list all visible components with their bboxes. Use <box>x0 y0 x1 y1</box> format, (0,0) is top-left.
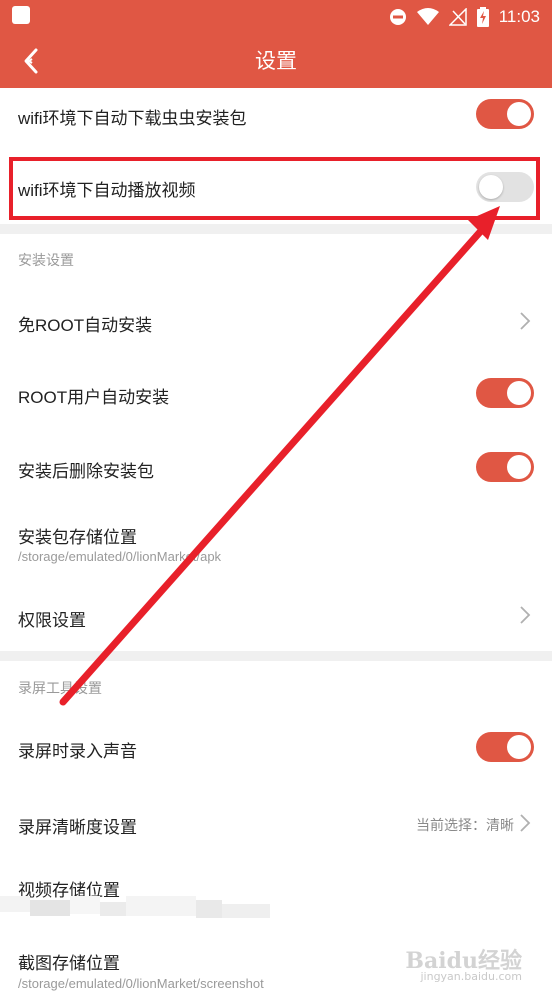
setting-label: 安装包存储位置 <box>18 528 137 547</box>
app-bar: 设置 <box>0 34 552 88</box>
chevron-right-icon <box>520 312 531 330</box>
storage-path: /storage/emulated/0/lionMarket/apk <box>18 549 222 564</box>
setting-label: 截图存储位置 <box>18 954 120 973</box>
wifi-icon <box>416 8 439 25</box>
setting-storage-location[interactable]: 安装包存储位置 /storage/emulated/0/lionMarket/a… <box>0 508 552 578</box>
setting-video-storage[interactable]: 视频存储位置 <box>0 862 552 932</box>
record-quality-value: 当前选择：清晰 <box>416 818 514 834</box>
toggle-knob <box>507 102 531 126</box>
section-divider <box>0 224 552 234</box>
no-signal-icon <box>448 8 467 26</box>
record-audio-toggle[interactable] <box>476 732 534 762</box>
setting-label: 安装后删除安装包 <box>18 462 154 481</box>
setting-label: 录屏时录入声音 <box>18 742 137 761</box>
toggle-knob <box>507 735 531 759</box>
setting-delete-after-install[interactable]: 安装后删除安装包 <box>0 436 552 498</box>
battery-charging-icon <box>476 7 489 27</box>
do-not-disturb-icon <box>389 9 406 25</box>
status-icons: 11:03 <box>389 5 540 29</box>
setting-root-install[interactable]: ROOT用户自动安装 <box>0 362 552 424</box>
page-title: 设置 <box>255 49 297 73</box>
status-bar: 11:03 <box>0 0 552 34</box>
chevron-right-icon <box>520 606 531 624</box>
root-install-toggle[interactable] <box>476 378 534 408</box>
setting-auto-download[interactable]: wifi环境下自动下载虫虫安装包 <box>0 88 552 150</box>
toggle-knob <box>507 455 531 479</box>
setting-label: 免ROOT自动安装 <box>18 316 153 335</box>
blurred-path <box>0 896 280 930</box>
setting-no-root-install[interactable]: 免ROOT自动安装 <box>0 290 552 352</box>
delete-after-install-toggle[interactable] <box>476 452 534 482</box>
setting-label: 录屏清晰度设置 <box>18 818 137 837</box>
section-header-record: 录屏工具设置 <box>18 681 102 697</box>
status-time: 11:03 <box>498 7 540 26</box>
setting-auto-play-video[interactable]: wifi环境下自动播放视频 <box>0 157 552 220</box>
chevron-right-icon <box>520 814 531 832</box>
setting-record-quality[interactable]: 录屏清晰度设置 当前选择：清晰 <box>0 792 552 854</box>
watermark-url: jingyan.baidu.com <box>420 970 522 983</box>
auto-download-toggle[interactable] <box>476 99 534 129</box>
section-divider <box>0 651 552 661</box>
notification-icon <box>12 6 30 24</box>
screenshot-path: /storage/emulated/0/lionMarket/screensho… <box>18 976 264 991</box>
auto-play-video-toggle[interactable] <box>476 172 534 202</box>
toggle-knob <box>479 175 503 199</box>
section-header-install: 安装设置 <box>18 253 74 269</box>
setting-label: wifi环境下自动下载虫虫安装包 <box>18 109 247 128</box>
setting-label: ROOT用户自动安装 <box>18 388 170 407</box>
setting-record-audio[interactable]: 录屏时录入声音 <box>0 716 552 778</box>
setting-permissions[interactable]: 权限设置 <box>0 584 552 646</box>
toggle-knob <box>507 381 531 405</box>
setting-label: wifi环境下自动播放视频 <box>18 181 196 200</box>
setting-label: 权限设置 <box>18 611 86 630</box>
